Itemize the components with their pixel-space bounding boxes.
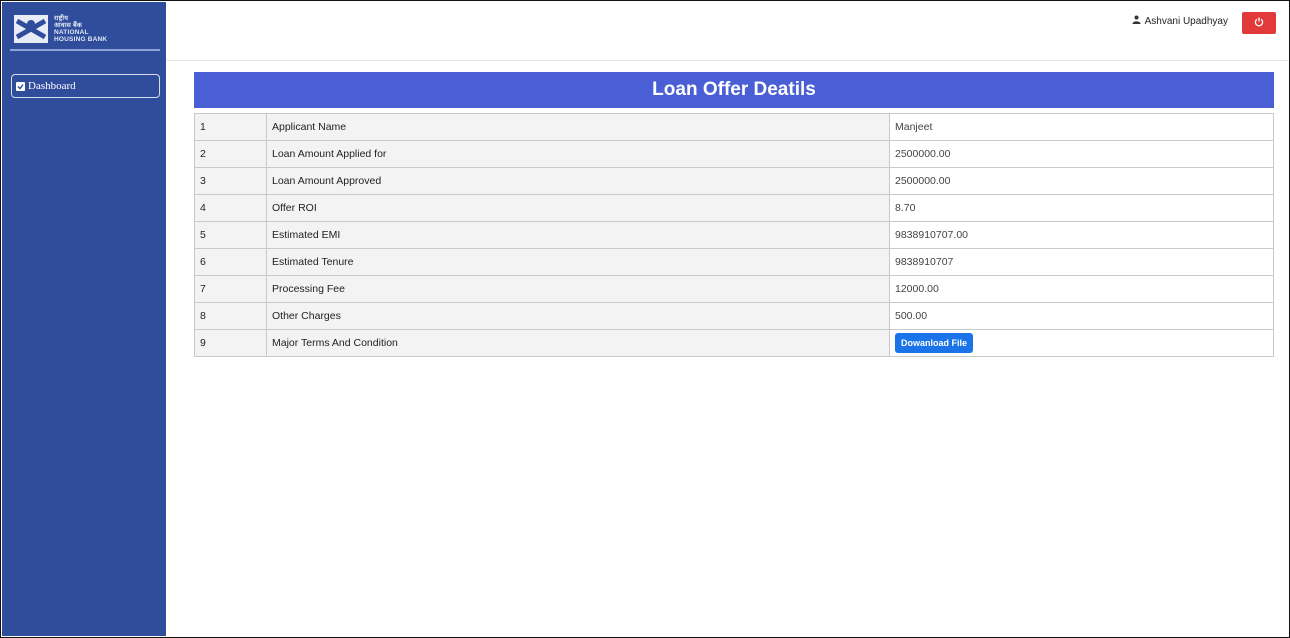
row-value: Manjeet: [889, 113, 1274, 141]
row-value: 9838910707.00: [889, 221, 1274, 249]
row-number: 6: [194, 248, 267, 276]
table-row: 6 Estimated Tenure 9838910707: [194, 248, 1274, 276]
user-icon: [1132, 15, 1141, 27]
row-label: Applicant Name: [266, 113, 890, 141]
row-number: 7: [194, 275, 267, 303]
logout-button[interactable]: [1242, 12, 1276, 34]
logo-line-2: आवास बैंक: [54, 22, 83, 29]
table-row: 9 Major Terms And Condition Dowanload Fi…: [194, 329, 1274, 357]
row-value: Dowanload File: [889, 329, 1274, 357]
row-label: Estimated EMI: [266, 221, 890, 249]
row-value: 2500000.00: [889, 167, 1274, 195]
table-row: 5 Estimated EMI 9838910707.00: [194, 221, 1274, 249]
power-icon: [1254, 14, 1264, 32]
row-label: Processing Fee: [266, 275, 890, 303]
row-number: 3: [194, 167, 267, 195]
table-row: 3 Loan Amount Approved 2500000.00: [194, 167, 1274, 195]
user-name: Ashvani Upadhyay: [1144, 15, 1228, 27]
download-file-button[interactable]: Dowanload File: [895, 333, 974, 353]
row-number: 1: [194, 113, 267, 141]
row-value: 8.70: [889, 194, 1274, 222]
loan-offer-table: 1 Applicant Name Manjeet 2 Loan Amount A…: [194, 113, 1274, 357]
logo-line-1: राष्ट्रीय: [54, 15, 69, 22]
logo-text: राष्ट्रीय आवास बैंक NATIONAL HOUSING BAN…: [54, 15, 107, 43]
row-label: Other Charges: [266, 302, 890, 330]
row-number: 2: [194, 140, 267, 168]
row-number: 5: [194, 221, 267, 249]
logo-emblem-icon: [14, 15, 48, 43]
row-value: 9838910707: [889, 248, 1274, 276]
table-row: 8 Other Charges 500.00: [194, 302, 1274, 330]
sidebar: राष्ट्रीय आवास बैंक NATIONAL HOUSING BAN…: [2, 2, 166, 636]
checkbox-icon: [16, 81, 25, 91]
top-bar: Ashvani Upadhyay: [166, 2, 1288, 61]
row-number: 4: [194, 194, 267, 222]
row-value: 2500000.00: [889, 140, 1274, 168]
table-row: 4 Offer ROI 8.70: [194, 194, 1274, 222]
logo: राष्ट्रीय आवास बैंक NATIONAL HOUSING BAN…: [14, 14, 154, 44]
row-number: 8: [194, 302, 267, 330]
row-value: 12000.00: [889, 275, 1274, 303]
row-number: 9: [194, 329, 267, 357]
row-label: Major Terms And Condition: [266, 329, 890, 357]
logo-line-4: HOUSING BANK: [54, 36, 108, 43]
row-label: Estimated Tenure: [266, 248, 890, 276]
row-label: Loan Amount Approved: [266, 167, 890, 195]
row-value: 500.00: [889, 302, 1274, 330]
page-title: Loan Offer Deatils: [194, 72, 1274, 108]
table-row: 1 Applicant Name Manjeet: [194, 113, 1274, 141]
sidebar-item-dashboard[interactable]: Dashboard: [11, 74, 160, 98]
table-row: 7 Processing Fee 12000.00: [194, 275, 1274, 303]
logo-line-3: NATIONAL: [54, 29, 89, 36]
user-menu[interactable]: Ashvani Upadhyay: [1132, 15, 1228, 27]
sidebar-item-label: Dashboard: [28, 80, 76, 92]
logo-divider: [10, 49, 160, 51]
table-row: 2 Loan Amount Applied for 2500000.00: [194, 140, 1274, 168]
row-label: Offer ROI: [266, 194, 890, 222]
row-label: Loan Amount Applied for: [266, 140, 890, 168]
